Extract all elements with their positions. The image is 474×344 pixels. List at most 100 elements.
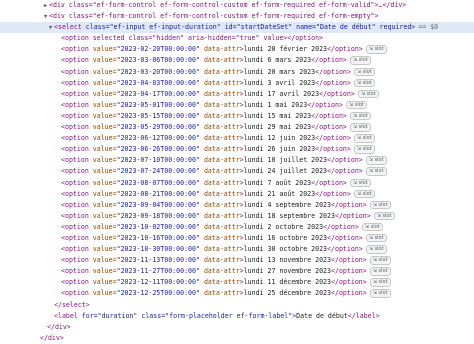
tree-row-option[interactable]: <option value="2023-03-20T00:00:00" data… <box>0 67 474 78</box>
option-close-tag: </option> <box>315 78 351 87</box>
slot-label: slot <box>362 79 372 86</box>
slot-badge[interactable]: ⇲ slot <box>365 233 387 243</box>
tree-row-select-selected[interactable]: ▼ <select class="ef-input ef-input-durati… <box>0 22 474 34</box>
attr-name-value: value= <box>88 156 117 165</box>
slot-icon: ⇲ <box>356 135 362 142</box>
option-value: "2023-12-11T00:00:00" <box>116 278 200 287</box>
attr-name-data-attr: data-attr <box>199 156 240 165</box>
attr-name-value: value= <box>88 178 117 187</box>
slot-badge[interactable]: ⇲ slot <box>369 200 391 210</box>
option-open-tag: <option <box>61 278 89 287</box>
tree-row-option[interactable]: <option value="2023-12-11T00:00:00" data… <box>0 277 474 288</box>
option-open-tag: <option <box>61 56 89 65</box>
option-value: "2023-09-18T00:00:00" <box>116 211 200 220</box>
option-close-tag: </option> <box>315 145 351 154</box>
slot-badge[interactable]: ⇲ slot <box>369 289 391 298</box>
option-label: lundi 15 mai 2023 <box>243 111 312 120</box>
option-label: lundi 17 avril 2023 <box>243 89 320 98</box>
option-label: lundi 13 novembre 2023 <box>243 256 331 265</box>
tree-row-div-close-outer[interactable]: </div> <box>0 333 474 344</box>
slot-badge[interactable]: ⇲ slot <box>349 123 371 132</box>
tree-row-option[interactable]: <option value="2023-04-03T00:00:00" data… <box>0 78 474 89</box>
tree-row-option[interactable]: <option value="2023-05-15T00:00:00" data… <box>0 111 474 122</box>
slot-badge[interactable]: ⇲ slot <box>349 56 371 65</box>
slot-badge[interactable]: ⇲ slot <box>369 267 391 276</box>
option-label: lundi 21 août 2023 <box>243 189 316 198</box>
slot-badge[interactable]: ⇲ slot <box>369 278 391 287</box>
tree-row-label[interactable]: <label for="duration" class="form-placeh… <box>0 311 474 322</box>
attr-name-data-attr: data-attr <box>199 45 240 54</box>
option-close-tag: </option> <box>315 189 351 198</box>
tree-row-div-close[interactable]: </div> <box>0 322 474 333</box>
slot-badge[interactable]: ⇲ slot <box>349 111 371 121</box>
slot-badge[interactable]: ⇲ slot <box>365 245 387 254</box>
tree-row-option[interactable]: <option value="2023-05-29T00:00:00" data… <box>0 122 474 133</box>
option-close-tag: </option> <box>327 167 363 176</box>
slot-label: slot <box>362 68 372 75</box>
tree-row-option[interactable]: <option value="2023-06-12T00:00:00" data… <box>0 133 474 144</box>
tree-row-option[interactable]: <option value="2023-12-25T00:00:00" data… <box>0 288 474 299</box>
slot-badge[interactable]: ⇲ slot <box>349 178 371 187</box>
tree-row-option[interactable]: <option value="2023-09-18T00:00:00" data… <box>0 211 474 222</box>
option-open-tag: <option <box>61 256 89 265</box>
tree-row-option[interactable]: <option value="2023-08-07T00:00:00" data… <box>0 178 474 189</box>
tree-row-valid-div[interactable]: ▶ <div class="ef-form-control ef-form-con… <box>0 0 474 11</box>
option-value: "2023-04-03T00:00:00" <box>116 78 200 87</box>
option-open-tag: <option <box>61 100 89 109</box>
slot-icon: ⇲ <box>372 201 377 208</box>
option-open-tag: <option <box>61 67 89 76</box>
tree-row-option[interactable]: <option value="2023-10-16T00:00:00" data… <box>0 233 474 244</box>
slot-badge[interactable]: ⇲ slot <box>361 222 383 232</box>
slot-icon: ⇲ <box>364 223 369 230</box>
slot-badge[interactable]: ⇲ slot <box>353 134 375 143</box>
tree-row-option[interactable]: <option value="2023-09-04T00:00:00" data… <box>0 200 474 211</box>
slot-badge[interactable]: ⇲ slot <box>369 256 391 265</box>
tree-row-option[interactable]: <option value="2023-07-10T00:00:00" data… <box>0 155 474 166</box>
tree-row-option[interactable]: <option value="2023-08-21T00:00:00" data… <box>0 189 474 200</box>
tree-row-option[interactable]: <option value="2023-02-20T00:00:00" data… <box>0 44 474 55</box>
option-value: "2023-02-20T00:00:00" <box>116 45 200 54</box>
attr-name-value: value= <box>88 289 117 298</box>
option-close-tag: </option> <box>327 156 363 165</box>
slot-badge[interactable]: ⇲ slot <box>353 67 375 77</box>
select-open-tag: <select <box>54 23 82 32</box>
tree-row-option[interactable]: <option value="2023-10-02T00:00:00" data… <box>0 222 474 233</box>
attr-name-data-attr: data-attr <box>199 178 240 187</box>
slot-badge[interactable]: ⇲ slot <box>353 189 375 199</box>
attr-name-data-attr: data-attr <box>199 211 240 220</box>
slot-label: slot <box>378 257 388 264</box>
option-value: "2023-05-15T00:00:00" <box>116 111 200 120</box>
tree-row-select-close[interactable]: </select> <box>0 300 474 311</box>
slot-badge[interactable]: ⇲ slot <box>365 167 387 176</box>
attr-name-data-attr: data-attr <box>199 134 240 143</box>
option-value: "2023-08-07T00:00:00" <box>116 178 200 187</box>
slot-label: slot <box>362 135 372 142</box>
tree-row-empty-div[interactable]: ▼ <div class="ef-form-control ef-form-con… <box>0 11 474 22</box>
tree-row-option-placeholder[interactable]: <option selected class="hidden" aria-hid… <box>0 33 474 44</box>
slot-icon: ⇲ <box>368 168 373 175</box>
slot-badge[interactable]: ⇲ slot <box>353 78 375 88</box>
tree-row-option[interactable]: <option value="2023-04-17T00:00:00" data… <box>0 89 474 100</box>
slot-icon: ⇲ <box>372 257 377 264</box>
slot-badge[interactable]: ⇲ slot <box>365 156 387 165</box>
attr-name-data-attr: data-attr <box>199 123 240 132</box>
slot-icon: ⇲ <box>348 101 354 108</box>
tree-row-option[interactable]: <option value="2023-11-27T00:00:00" data… <box>0 266 474 277</box>
slot-badge[interactable]: ⇲ slot <box>357 89 379 99</box>
attr-name-value: value= <box>88 200 117 209</box>
slot-badge[interactable]: ⇲ slot <box>373 211 395 221</box>
attr-name-data-attr: data-attr <box>199 111 240 120</box>
tree-row-option[interactable]: <option value="2023-10-30T00:00:00" data… <box>0 244 474 255</box>
tree-row-option[interactable]: <option value="2023-07-24T00:00:00" data… <box>0 166 474 177</box>
tree-row-option[interactable]: <option value="2023-05-01T00:00:00" data… <box>0 100 474 111</box>
slot-badge[interactable]: ⇲ slot <box>365 45 387 54</box>
slot-badge[interactable]: ⇲ slot <box>345 100 367 110</box>
slot-badge[interactable]: ⇲ slot <box>353 145 375 154</box>
option-open-tag: <option <box>61 233 89 242</box>
tree-row-option[interactable]: <option value="2023-06-26T00:00:00" data… <box>0 144 474 155</box>
slot-icon: ⇲ <box>352 57 358 64</box>
tree-row-option[interactable]: <option value="2023-03-06T00:00:00" data… <box>0 55 474 66</box>
attr-name-value: value= <box>88 67 117 76</box>
slot-label: slot <box>382 212 392 219</box>
tree-row-option[interactable]: <option value="2023-11-13T00:00:00" data… <box>0 255 474 266</box>
